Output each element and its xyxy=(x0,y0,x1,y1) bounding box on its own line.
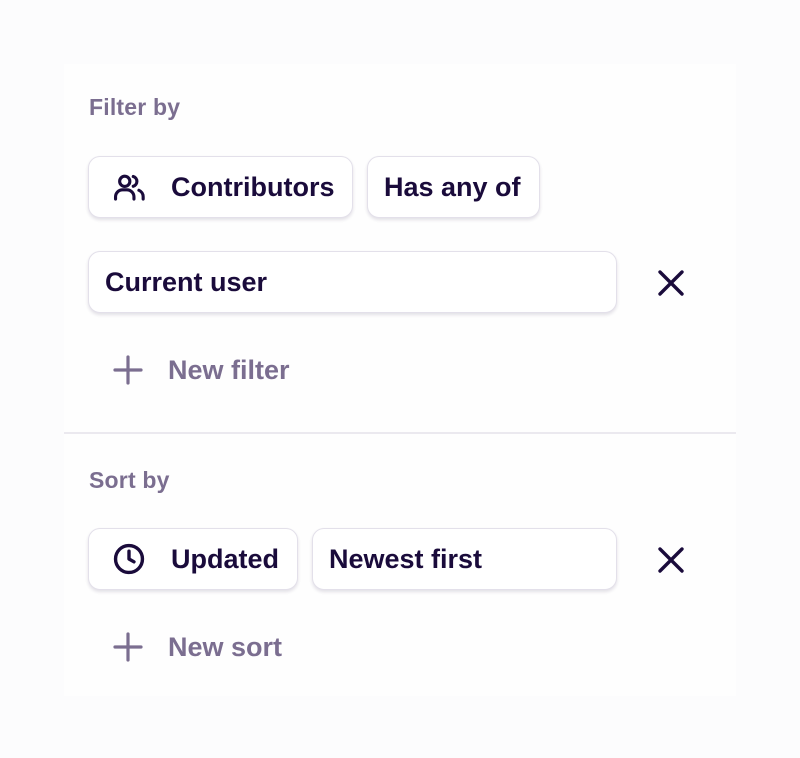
remove-filter-button[interactable] xyxy=(651,263,691,303)
sort-section-label: Sort by xyxy=(89,467,170,493)
filter-operator-label: Has any of xyxy=(384,171,521,202)
filter-section-label: Filter by xyxy=(89,94,181,120)
new-sort-button[interactable]: New sort xyxy=(108,627,282,667)
filter-field-chip[interactable]: Contributors xyxy=(88,156,353,218)
sort-order-chip[interactable]: Newest first xyxy=(312,528,617,590)
new-filter-button[interactable]: New filter xyxy=(108,350,290,390)
new-sort-label: New sort xyxy=(168,631,283,662)
sort-order-label: Newest first xyxy=(329,543,483,574)
sort-field-chip[interactable]: Updated xyxy=(88,528,298,590)
sort-field-label: Updated xyxy=(171,543,279,574)
filter-value-label: Current user xyxy=(105,266,268,297)
remove-sort-button[interactable] xyxy=(651,540,691,580)
close-icon xyxy=(658,270,684,296)
section-divider xyxy=(64,432,736,434)
new-filter-label: New filter xyxy=(168,354,290,385)
filter-field-label: Contributors xyxy=(171,171,335,202)
plus-icon xyxy=(108,627,148,667)
users-icon xyxy=(111,169,147,205)
plus-icon xyxy=(108,350,148,390)
filter-value-chip[interactable]: Current user xyxy=(88,251,617,313)
clock-icon xyxy=(111,541,147,577)
close-icon xyxy=(658,547,684,573)
filter-operator-chip[interactable]: Has any of xyxy=(367,156,540,218)
filter-sort-panel: Filter by Contributors Has any of Curren… xyxy=(64,64,736,696)
